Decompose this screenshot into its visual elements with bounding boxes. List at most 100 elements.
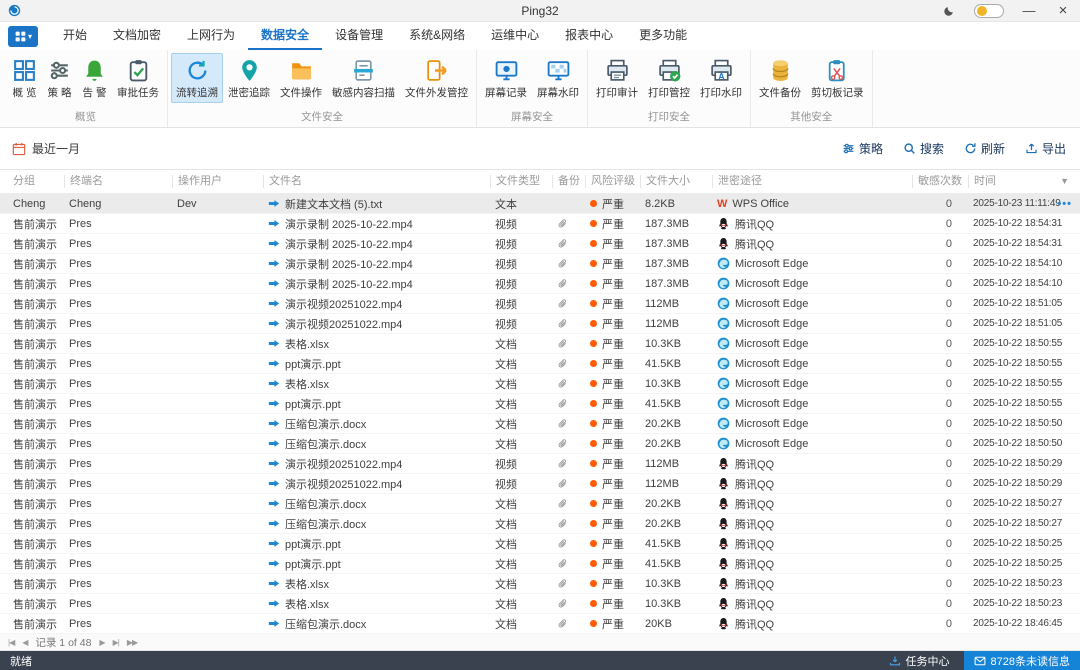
table-row[interactable]: 售前演示 Pres ppt演示.ppt 文档 严重 41.5KB 腾讯QQ 0 … (0, 554, 1080, 574)
clipboard-scissors-icon (825, 58, 850, 83)
window-title: Ping32 (521, 3, 559, 18)
table-row[interactable]: 售前演示 Pres 演示视频20251022.mp4 视频 严重 112MB M… (0, 294, 1080, 314)
prev-page-button[interactable]: ◀ (22, 638, 28, 647)
column-header-敏感次数[interactable]: 敏感次数 (912, 175, 968, 188)
ribbon-item-策略[interactable]: 策 略 (42, 53, 77, 103)
column-header-文件类型[interactable]: 文件类型 (490, 175, 552, 188)
tab-开始[interactable]: 开始 (50, 22, 100, 50)
toolbar-action-刷新[interactable]: 刷新 (964, 140, 1005, 157)
more-pages-button[interactable]: ▶▶ (127, 638, 138, 647)
column-header-时间[interactable]: 时间 ▼ (968, 175, 1080, 188)
next-page-button[interactable]: ▶ (99, 638, 105, 647)
table-row[interactable]: 售前演示 Pres ppt演示.ppt 文档 严重 41.5KB Microso… (0, 394, 1080, 414)
sensitive-count-cell: 0 (945, 237, 952, 250)
channel-cell: Microsoft Edge (712, 297, 912, 310)
column-header-泄密途径[interactable]: 泄密途径 (712, 175, 912, 188)
table-row[interactable]: 售前演示 Pres 表格.xlsx 文档 严重 10.3KB Microsoft… (0, 334, 1080, 354)
close-button[interactable]: × (1054, 2, 1072, 20)
app-menu-button[interactable]: ▾ (8, 26, 38, 47)
tab-报表中心[interactable]: 报表中心 (552, 22, 626, 50)
table-row[interactable]: 售前演示 Pres 表格.xlsx 文档 严重 10.3KB Microsoft… (0, 374, 1080, 394)
table-row[interactable]: 售前演示 Pres 表格.xlsx 文档 严重 10.3KB 腾讯QQ 0 20… (0, 574, 1080, 594)
column-header-风险评级[interactable]: 风险评级 (585, 175, 640, 188)
dark-mode-moon-icon[interactable] (940, 2, 958, 20)
date-range-filter[interactable]: 最近一月 (12, 140, 80, 157)
backup-cell (552, 398, 585, 410)
backup-cell (552, 338, 585, 350)
column-header-备份[interactable]: 备份 (552, 175, 585, 188)
time-cell: 2025-10-22 18:54:10 (973, 278, 1063, 289)
ribbon-item-流转追溯[interactable]: 流转追溯 (171, 53, 223, 103)
ribbon-item-审批任务[interactable]: 审批任务 (112, 53, 164, 103)
row-more-button[interactable]: ••• (1057, 194, 1072, 214)
file-size-cell: 41.5KB (645, 357, 682, 370)
file-name-cell: 压缩包演示.docx (263, 516, 490, 532)
channel-cell: Microsoft Edge (712, 337, 912, 350)
ribbon-item-概览[interactable]: 概 览 (7, 53, 42, 103)
column-header-文件大小[interactable]: 文件大小 (640, 175, 712, 188)
unread-messages-button[interactable]: 8728条未读信息 (963, 651, 1080, 670)
tab-更多功能[interactable]: 更多功能 (626, 22, 700, 50)
tab-数据安全[interactable]: 数据安全 (248, 22, 323, 50)
sensitive-count-cell: 0 (945, 597, 952, 610)
ribbon-group-label: 屏幕安全 (511, 111, 553, 123)
table-row[interactable]: 售前演示 Pres 演示录制 2025-10-22.mp4 视频 严重 187.… (0, 214, 1080, 234)
ribbon-item-屏幕记录[interactable]: 屏幕记录 (480, 53, 532, 103)
toolbar-action-搜索[interactable]: 搜索 (903, 140, 944, 157)
table-row[interactable]: 售前演示 Pres 压缩包演示.docx 文档 严重 20.2KB 腾讯QQ 0… (0, 514, 1080, 534)
ribbon-item-文件外发管控[interactable]: 文件外发管控 (400, 53, 473, 103)
ribbon-item-剪切板记录[interactable]: 剪切板记录 (806, 53, 869, 103)
first-page-button[interactable]: |◀ (8, 638, 15, 647)
ribbon-item-文件备份[interactable]: 文件备份 (754, 53, 806, 103)
risk-cell: 严重 (585, 416, 640, 432)
task-center-button[interactable]: 任务中心 (875, 653, 964, 669)
column-header-终端名[interactable]: 终端名 (64, 175, 172, 188)
table-row[interactable]: 售前演示 Pres 演示录制 2025-10-22.mp4 视频 严重 187.… (0, 254, 1080, 274)
sort-dropdown-icon[interactable]: ▼ (1060, 175, 1075, 188)
ribbon-item-打印水印[interactable]: A 打印水印 (695, 53, 747, 103)
last-page-button[interactable]: ▶| (113, 638, 120, 647)
ribbon-item-敏感内容扫描[interactable]: 敏感内容扫描 (327, 53, 400, 103)
file-type-cell: 文档 (495, 558, 517, 571)
tab-上网行为[interactable]: 上网行为 (174, 22, 248, 50)
table-row[interactable]: 售前演示 Pres 演示视频20251022.mp4 视频 严重 112MB 腾… (0, 454, 1080, 474)
table-row[interactable]: 售前演示 Pres ppt演示.ppt 文档 严重 41.5KB 腾讯QQ 0 … (0, 534, 1080, 554)
refresh-icon (964, 142, 977, 155)
arrow-right-icon (268, 319, 280, 328)
table-row[interactable]: 售前演示 Pres 表格.xlsx 文档 严重 10.3KB 腾讯QQ 0 20… (0, 594, 1080, 614)
table-row[interactable]: 售前演示 Pres 演示视频20251022.mp4 视频 严重 112MB 腾… (0, 474, 1080, 494)
column-header-文件名[interactable]: 文件名 (263, 175, 490, 188)
table-row[interactable]: 售前演示 Pres 演示视频20251022.mp4 视频 严重 112MB M… (0, 314, 1080, 334)
table-body: Cheng Cheng Dev 新建文本文档 (5).txt 文本 严重 8.2… (0, 194, 1080, 634)
ribbon-item-打印审计[interactable]: 打印审计 (591, 53, 643, 103)
ribbon-item-label: 文件操作 (280, 87, 322, 99)
channel-cell: Microsoft Edge (712, 377, 912, 390)
column-header-操作用户[interactable]: 操作用户 (172, 175, 263, 188)
table-row[interactable]: 售前演示 Pres ppt演示.ppt 文档 严重 41.5KB Microso… (0, 354, 1080, 374)
tab-文档加密[interactable]: 文档加密 (100, 22, 174, 50)
table-row[interactable]: 售前演示 Pres 压缩包演示.docx 文档 严重 20KB 腾讯QQ 0 2… (0, 614, 1080, 634)
terminal-cell: Pres (69, 317, 92, 330)
tab-运维中心[interactable]: 运维中心 (478, 22, 552, 50)
table-row[interactable]: 售前演示 Pres 压缩包演示.docx 文档 严重 20.2KB Micros… (0, 414, 1080, 434)
tab-设备管理[interactable]: 设备管理 (322, 22, 396, 50)
toolbar-action-导出[interactable]: 导出 (1025, 140, 1066, 157)
ribbon-item-文件操作[interactable]: 文件操作 (275, 53, 327, 103)
table-row[interactable]: 售前演示 Pres 压缩包演示.docx 文档 严重 20.2KB Micros… (0, 434, 1080, 454)
ribbon-item-屏幕水印[interactable]: 屏幕水印 (532, 53, 584, 103)
file-name-cell: 新建文本文档 (5).txt (263, 196, 490, 212)
toolbar-action-策略[interactable]: 策略 (842, 140, 883, 157)
ribbon-item-泄密追踪[interactable]: 泄密追踪 (223, 53, 275, 103)
tab-系统&网络[interactable]: 系统&网络 (396, 22, 478, 50)
ribbon-item-告警[interactable]: 告 警 (77, 53, 112, 103)
table-row[interactable]: Cheng Cheng Dev 新建文本文档 (5).txt 文本 严重 8.2… (0, 194, 1080, 214)
table-row[interactable]: 售前演示 Pres 演示录制 2025-10-22.mp4 视频 严重 187.… (0, 274, 1080, 294)
ribbon-item-打印管控[interactable]: 打印管控 (643, 53, 695, 103)
minimize-button[interactable]: — (1020, 2, 1038, 20)
risk-cell: 严重 (585, 396, 640, 412)
table-row[interactable]: 售前演示 Pres 压缩包演示.docx 文档 严重 20.2KB 腾讯QQ 0… (0, 494, 1080, 514)
group-cell: 售前演示 (13, 378, 57, 391)
table-row[interactable]: 售前演示 Pres 演示录制 2025-10-22.mp4 视频 严重 187.… (0, 234, 1080, 254)
theme-toggle[interactable] (974, 3, 1004, 18)
column-header-分组[interactable]: 分组 (8, 175, 64, 188)
